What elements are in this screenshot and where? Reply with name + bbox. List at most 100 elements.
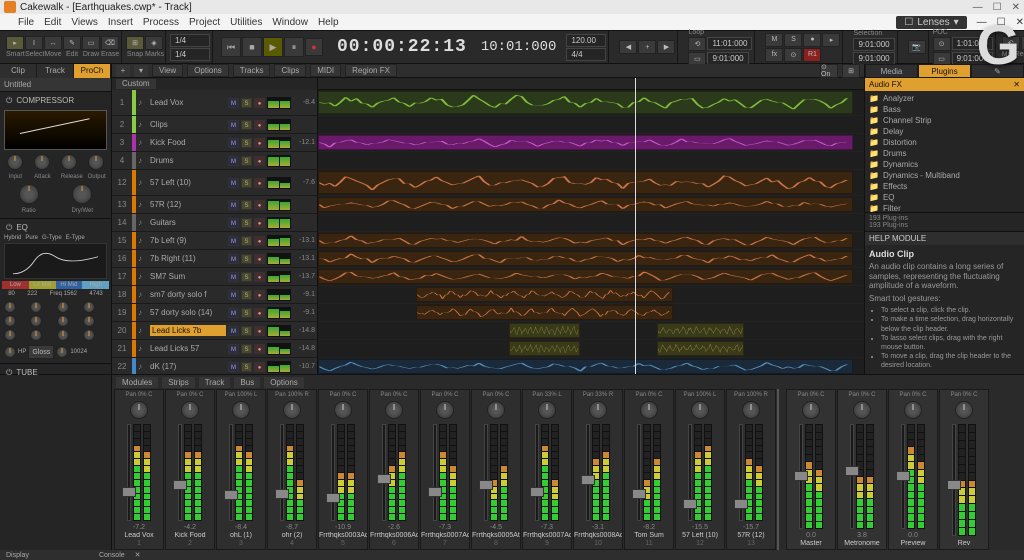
snap-value[interactable]: 1/4 [170,34,210,47]
meter-field[interactable]: 4/4 [566,48,606,61]
grid-value[interactable]: 1/4 [170,48,210,61]
folder-item[interactable]: 📁Distortion [867,137,1022,148]
eq-gain-4[interactable] [83,301,95,313]
menu-project[interactable]: Project [189,17,220,28]
solo-button[interactable]: S [241,344,252,354]
clip-lane[interactable] [318,322,864,340]
arm-button[interactable]: ● [254,138,265,148]
menu-process[interactable]: Process [143,17,179,28]
fx-bypass[interactable]: fx [765,48,783,62]
knob-attack[interactable] [34,154,50,170]
trackview-regionfx[interactable]: Region FX [345,64,397,77]
volume-fader[interactable] [850,424,854,529]
track-header[interactable]: 17 ♪ SM7 Sum M S ● -13.7 [112,268,317,286]
volume-fader[interactable] [901,424,905,529]
clip-lane[interactable] [318,196,864,214]
arm-button[interactable]: ● [254,362,265,372]
track-preset[interactable]: Custom [116,79,156,89]
trackview-tracks[interactable]: Tracks [233,64,271,77]
gloss-btn[interactable]: Gloss [28,345,54,359]
close-button[interactable]: ✕ [1012,2,1020,13]
menu-help[interactable]: Help [318,17,339,28]
clip-lane[interactable] [318,90,864,116]
mute-button[interactable]: M [228,200,239,210]
mixer-strips[interactable]: Strips [162,377,194,388]
audio-clip[interactable] [318,359,853,374]
track-header[interactable]: 21 ♪ Lead Licks 57 M S ● -14.8 [112,340,317,358]
inspector-tab-track[interactable]: Track [37,64,74,78]
clips-pane[interactable] [318,78,864,374]
mute-button[interactable]: M [228,120,239,130]
clip-lane[interactable] [318,340,864,358]
marker-next[interactable]: ▶ [657,40,675,54]
mute-button[interactable]: M [228,156,239,166]
solo-all[interactable]: S [784,33,802,47]
folder-item[interactable]: 📁Analyzer [867,93,1022,104]
menu-window[interactable]: Window [272,17,308,28]
pan-knob[interactable] [955,401,973,419]
volume-fader[interactable] [433,424,437,521]
eq-freq-2[interactable] [30,315,42,327]
audio-clip[interactable] [318,91,853,114]
power-icon[interactable]: ⏻ [6,96,12,106]
menu-file[interactable]: File [18,17,34,28]
solo-button[interactable]: S [241,156,252,166]
bbt-display[interactable]: 10:01:000 [481,39,557,55]
mixer-modules[interactable]: Modules [116,377,158,388]
solo-button[interactable]: S [241,308,252,318]
pan-knob[interactable] [385,401,403,419]
eq-gain-1[interactable] [4,301,16,313]
folder-item[interactable]: 📁EQ [867,192,1022,203]
eq-freq-3[interactable] [57,315,69,327]
knob-output[interactable] [88,154,104,170]
volume-fader[interactable] [127,424,131,521]
arm-button[interactable]: ● [254,98,265,108]
stop-button[interactable]: ■ [242,37,262,57]
volume-fader[interactable] [178,424,182,521]
folder-item[interactable]: 📁Dynamics - Multiband [867,170,1022,181]
menu-insert[interactable]: Insert [108,17,133,28]
marker-add[interactable]: + [638,40,656,54]
trackview-midi[interactable]: MIDI [310,64,341,77]
track-header[interactable]: 18 ♪ sm7 dorty solo f M S ● -9.1 [112,286,317,304]
lenses-dropdown[interactable]: ☐ Lenses ▾ [896,16,966,29]
solo-button[interactable]: S [241,98,252,108]
inspector-trackname[interactable]: Untitled [0,78,111,91]
solo-button[interactable]: S [241,272,252,282]
maximize-button[interactable]: ☐ [993,2,1002,13]
browser-close-icon[interactable]: ✕ [1013,80,1020,89]
menu-views[interactable]: Views [71,17,98,28]
loop-start[interactable]: 11:01:000 [707,37,752,50]
audio-clip[interactable] [318,269,853,284]
audio-clip[interactable] [657,323,744,338]
mute-button[interactable]: M [228,98,239,108]
mute-button[interactable]: M [228,178,239,188]
record-button[interactable]: ● [305,38,323,56]
folder-item[interactable]: 📁Delay [867,126,1022,137]
knob-ratio[interactable] [19,184,39,204]
knob-release[interactable] [61,154,77,170]
folder-item[interactable]: 📁Dynamics [867,159,1022,170]
volume-fader[interactable] [229,424,233,521]
audio-clip[interactable] [509,341,580,356]
clip-lane[interactable] [318,268,864,286]
options-button[interactable]: ▾ [134,65,148,77]
mute-button[interactable]: M [228,272,239,282]
menu-utilities[interactable]: Utilities [230,17,262,28]
volume-fader[interactable] [586,424,590,521]
arm-button[interactable]: ● [254,344,265,354]
mute-button[interactable]: M [228,308,239,318]
track-header[interactable]: 14 ♪ Guitars M S ● [112,214,317,232]
pan-knob[interactable] [538,401,556,419]
pan-knob[interactable] [436,401,454,419]
volume-fader[interactable] [382,424,386,521]
volume-fader[interactable] [280,424,284,521]
punch-toggle[interactable]: ⊙ [933,37,951,51]
mute-button[interactable]: M [228,290,239,300]
pan-knob[interactable] [232,401,250,419]
zoom-fit[interactable]: ⊞ [842,64,860,78]
snap-toggle[interactable]: ⊞ [126,36,144,50]
knob-drywet[interactable] [72,184,92,204]
browser-tab-plugins[interactable]: Plugins [918,64,971,78]
solo-button[interactable]: S [241,254,252,264]
